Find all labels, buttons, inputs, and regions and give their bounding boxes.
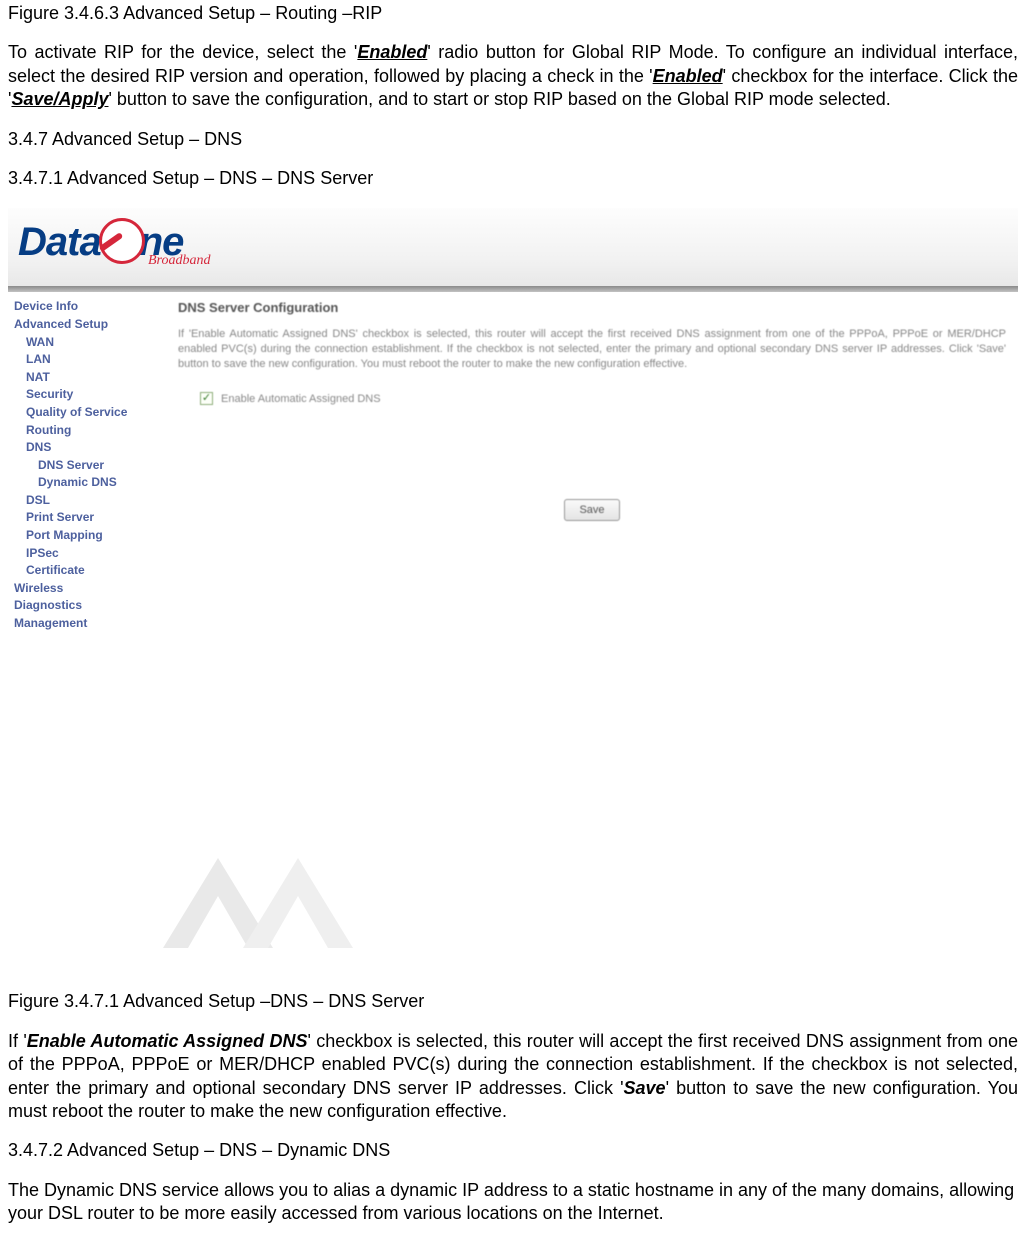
logo-subtext: Broadband	[148, 252, 210, 270]
sidebar-item-nat[interactable]: NAT	[12, 369, 148, 387]
text: To activate RIP for the device, select t…	[8, 42, 357, 62]
heading-3471: 3.4.7.1 Advanced Setup – DNS – DNS Serve…	[8, 167, 1018, 190]
sidebar: Device Info Advanced Setup WAN LAN NAT S…	[8, 292, 148, 792]
sidebar-item-dynamic-dns[interactable]: Dynamic DNS	[12, 474, 148, 492]
sidebar-item-print-server[interactable]: Print Server	[12, 509, 148, 527]
sidebar-item-dns[interactable]: DNS	[12, 439, 148, 457]
sidebar-item-wireless[interactable]: Wireless	[12, 580, 148, 598]
router-screenshot: Data ne Broadband Device Info Advanced S…	[8, 208, 1018, 792]
sidebar-item-certificate[interactable]: Certificate	[12, 562, 148, 580]
checkbox-label: Enable Automatic Assigned DNS	[221, 392, 381, 406]
panel-title: DNS Server Configuration	[178, 300, 1006, 317]
sidebar-item-qos[interactable]: Quality of Service	[12, 404, 148, 422]
paragraph-rip: To activate RIP for the device, select t…	[8, 41, 1018, 111]
save-button[interactable]: Save	[564, 499, 619, 521]
sidebar-item-lan[interactable]: LAN	[12, 351, 148, 369]
sidebar-item-wan[interactable]: WAN	[12, 334, 148, 352]
keyword-enabled: Enabled	[357, 42, 427, 62]
sidebar-item-security[interactable]: Security	[12, 386, 148, 404]
text: If '	[8, 1031, 27, 1051]
keyword-save: Save	[624, 1078, 666, 1098]
heading-347: 3.4.7 Advanced Setup – DNS	[8, 128, 1018, 151]
sidebar-item-dsl[interactable]: DSL	[12, 492, 148, 510]
figure-caption-3471: Figure 3.4.7.1 Advanced Setup –DNS – DNS…	[8, 990, 1018, 1013]
paragraph-ddns: The Dynamic DNS service allows you to al…	[8, 1179, 1018, 1226]
panel-description: If 'Enable Automatic Assigned DNS' check…	[178, 327, 1006, 372]
checkbox-row: ✓ Enable Automatic Assigned DNS	[200, 392, 1006, 406]
keyword-save-apply: Save/Apply	[11, 89, 108, 109]
router-header: Data ne Broadband	[8, 208, 1018, 286]
keyword-enabled: Enabled	[653, 66, 723, 86]
sidebar-item-advanced-setup[interactable]: Advanced Setup	[12, 316, 148, 334]
sidebar-item-ipsec[interactable]: IPSec	[12, 545, 148, 563]
logo-text-data: Data	[18, 216, 101, 268]
paragraph-dns-auto: If 'Enable Automatic Assigned DNS' check…	[8, 1030, 1018, 1124]
sidebar-item-port-mapping[interactable]: Port Mapping	[12, 527, 148, 545]
keyword-enable-auto-dns: Enable Automatic Assigned DNS	[27, 1031, 308, 1051]
figure-caption-top: Figure 3.4.6.3 Advanced Setup – Routing …	[8, 2, 1018, 25]
logo-swirl-icon	[99, 218, 145, 264]
sidebar-item-dns-server[interactable]: DNS Server	[12, 457, 148, 475]
text: ' button to save the configuration, and …	[108, 89, 890, 109]
sidebar-item-management[interactable]: Management	[12, 615, 148, 633]
enable-auto-dns-checkbox[interactable]: ✓	[200, 392, 213, 405]
heading-3472: 3.4.7.2 Advanced Setup – DNS – Dynamic D…	[8, 1139, 1018, 1162]
sidebar-item-routing[interactable]: Routing	[12, 422, 148, 440]
sidebar-item-diagnostics[interactable]: Diagnostics	[12, 597, 148, 615]
sidebar-item-device-info[interactable]: Device Info	[12, 298, 148, 316]
main-panel: DNS Server Configuration If 'Enable Auto…	[148, 292, 1018, 792]
